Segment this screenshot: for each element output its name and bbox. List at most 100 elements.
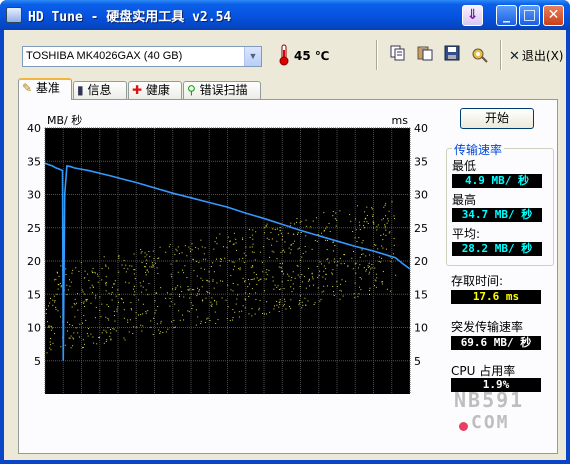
access-time-point — [195, 309, 197, 311]
access-time-point — [376, 229, 378, 231]
access-time-point — [103, 342, 105, 344]
access-time-point — [294, 240, 296, 242]
watermark-line1: NB591 — [454, 388, 525, 412]
access-time-point — [358, 237, 360, 239]
access-time-point — [311, 248, 313, 250]
access-time-point — [325, 239, 327, 241]
access-time-point — [152, 333, 154, 335]
access-time-point — [252, 238, 254, 240]
avg-label: 平均: — [452, 227, 481, 241]
access-time-point — [266, 223, 268, 225]
access-time-point — [323, 290, 325, 292]
access-time-point — [326, 249, 328, 251]
paste-icon[interactable] — [416, 45, 434, 65]
access-time-point — [207, 280, 209, 282]
access-time-point — [105, 284, 107, 286]
access-time-point — [288, 247, 290, 249]
access-time-point — [196, 295, 198, 297]
access-time-point — [153, 317, 155, 319]
access-time-point — [106, 339, 108, 341]
access-time-point — [134, 291, 136, 293]
access-time-point — [280, 267, 282, 269]
access-time-point — [227, 236, 229, 238]
access-time-point — [290, 286, 292, 288]
x-tick-label: 60 — [257, 398, 271, 400]
drive-select[interactable]: TOSHIBA MK4026GAX (40 GB) ▼ — [22, 46, 262, 67]
access-time-point — [87, 335, 89, 337]
chevron-down-icon[interactable]: ▼ — [244, 47, 261, 66]
access-time-point — [116, 310, 118, 312]
access-time-point — [305, 235, 307, 237]
access-time-point — [395, 274, 397, 276]
access-time-point — [232, 243, 234, 245]
access-time-point — [359, 277, 361, 279]
copy-icon[interactable] — [389, 45, 407, 65]
access-time-point — [145, 289, 147, 291]
save-icon[interactable] — [443, 45, 461, 65]
access-time-point — [323, 285, 325, 287]
access-time-point — [157, 305, 159, 307]
access-time-point — [236, 298, 238, 300]
access-time-point — [207, 317, 209, 319]
access-time-point — [123, 267, 125, 269]
download-button[interactable]: ⇓ — [462, 5, 483, 26]
access-time-point — [141, 330, 143, 332]
toolbar-separator — [376, 40, 378, 70]
exit-label: 退出(X) — [521, 49, 564, 63]
access-time-point — [145, 263, 147, 265]
access-time-point — [319, 300, 321, 302]
access-time-point — [165, 251, 167, 253]
access-time-point — [332, 250, 334, 252]
access-time-point — [171, 288, 173, 290]
tab-health[interactable]: ✚ 健康 — [128, 81, 182, 100]
access-time-point — [201, 286, 203, 288]
x-tick-label: 20 — [111, 398, 125, 400]
start-button[interactable]: 开始 — [460, 108, 534, 129]
access-time-point — [140, 285, 142, 287]
tab-info[interactable]: ▮ 信息 — [73, 81, 127, 100]
access-time-point — [91, 292, 93, 294]
access-time-point — [367, 265, 369, 267]
exit-button[interactable]: ✕ 退出(X) — [509, 47, 564, 64]
tab-benchmark[interactable]: ✎ 基准 — [18, 78, 72, 100]
access-time-point — [183, 319, 185, 321]
close-button[interactable]: ✕ — [543, 5, 564, 26]
access-time-point — [140, 252, 142, 254]
access-time-point — [47, 321, 49, 323]
access-time-point — [358, 221, 360, 223]
access-time-point — [133, 294, 135, 296]
minimize-button[interactable]: _ — [496, 5, 517, 26]
access-time-point — [110, 332, 112, 334]
access-time-point — [337, 261, 339, 263]
access-time-point — [118, 257, 120, 259]
access-time-point — [279, 303, 281, 305]
access-time-point — [292, 243, 294, 245]
tab-label: 健康 — [145, 83, 170, 97]
access-time-point — [190, 293, 192, 295]
access-time-point — [142, 325, 144, 327]
access-time-point — [95, 295, 97, 297]
access-time-point — [310, 226, 312, 228]
exit-icon: ✕ — [509, 49, 520, 64]
access-time-point — [331, 273, 333, 275]
access-time-point — [237, 294, 239, 296]
access-time-point — [97, 281, 99, 283]
access-time-point — [371, 208, 373, 210]
access-time-point — [152, 250, 154, 252]
access-time-point — [208, 281, 210, 283]
access-time-point — [198, 290, 200, 292]
tab-error-scan[interactable]: ⚲ 错误扫描 — [183, 81, 261, 100]
benchmark-panel: 5 5 10 10 15 15 20 20 25 25 30 30 35 35 40 40 0 10 20 30 40 5… — [18, 99, 558, 454]
access-time-point — [238, 258, 240, 260]
access-time-point — [211, 297, 213, 299]
maximize-button[interactable]: □ — [519, 5, 540, 26]
x-tick-label: 40 — [184, 398, 198, 400]
cpu-usage-label: CPU 占用率 — [451, 364, 516, 378]
access-time-point — [249, 246, 251, 248]
access-time-point — [140, 314, 142, 316]
options-icon[interactable] — [470, 45, 488, 65]
title-bar[interactable]: HD Tune - 硬盘实用工具 v2.54 ⇓ _ □ ✕ — [0, 0, 570, 30]
access-time-point — [178, 310, 180, 312]
access-time-point — [268, 269, 270, 271]
access-time-point — [219, 233, 221, 235]
